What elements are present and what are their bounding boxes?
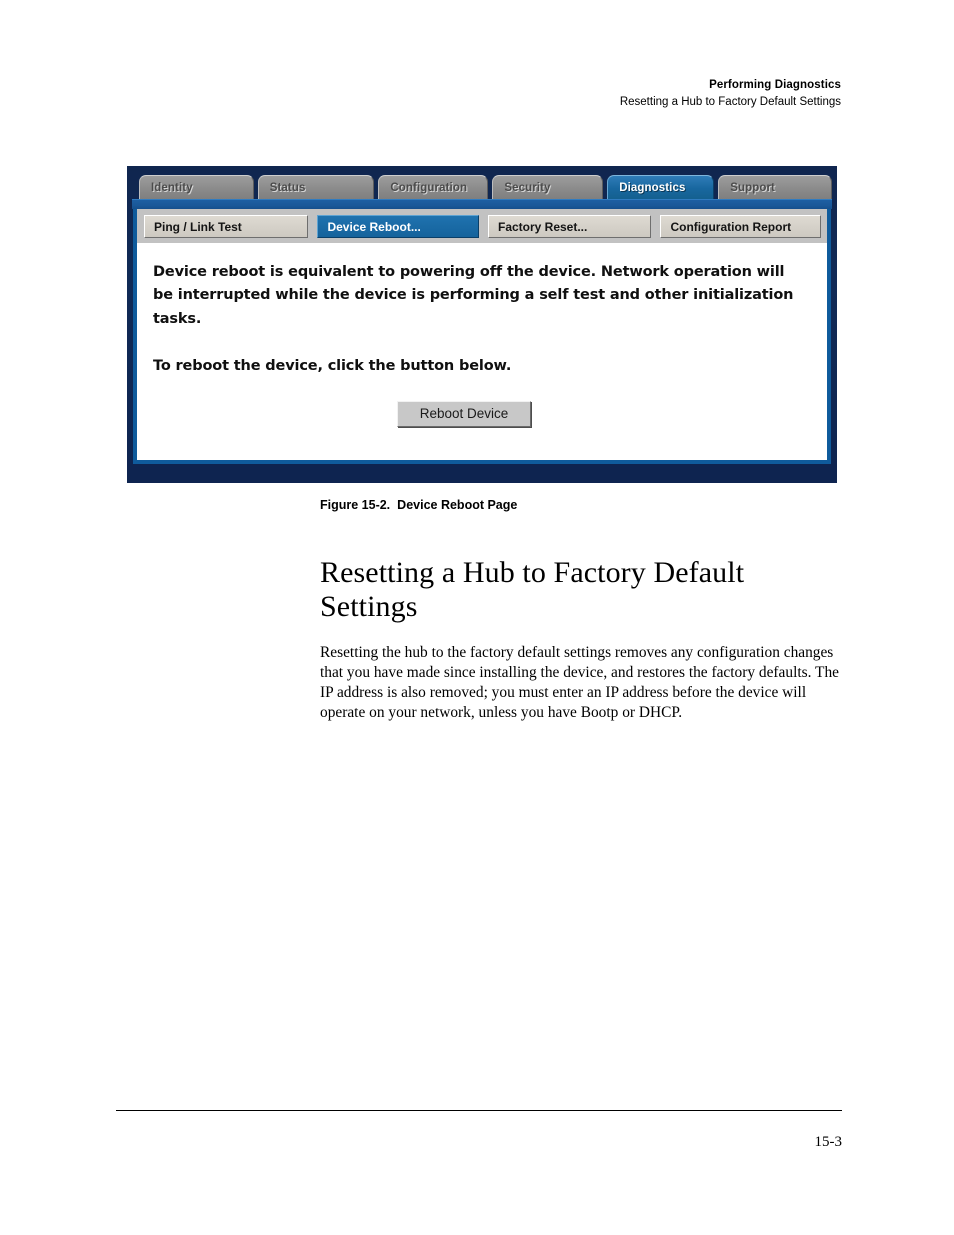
tab-diagnostics[interactable]: Diagnostics — [607, 175, 715, 199]
figure-caption: Figure 15-2. Device Reboot Page — [320, 498, 517, 512]
subtab-configuration-report-label: Configuration Report — [670, 219, 792, 234]
footer-divider — [116, 1110, 842, 1111]
tab-identity[interactable]: Identity — [139, 175, 254, 199]
subtab-ping-link-test-label: Ping / Link Test — [154, 219, 242, 234]
page-title: Resetting a Hub to Factory Default Setti… — [320, 556, 745, 624]
section-paragraph: Resetting the hub to the factory default… — [320, 644, 839, 722]
tab-status-label: Status — [269, 181, 306, 194]
page-number: 15-3 — [814, 1134, 843, 1150]
reboot-instruction-text: To reboot the device, click the button b… — [153, 358, 512, 375]
content-panel-inner: Ping / Link Test Device Reboot... Factor… — [137, 209, 827, 460]
running-header: Performing Diagnostics Resetting a Hub t… — [620, 78, 841, 110]
subtab-device-reboot[interactable]: Device Reboot... — [317, 215, 479, 238]
figure-caption-number: Figure 15-2. — [320, 498, 391, 512]
subtab-factory-reset-label: Factory Reset... — [497, 219, 588, 234]
tab-identity-label: Identity — [151, 181, 193, 194]
tab-security[interactable]: Security — [492, 175, 604, 199]
figure-caption-title: Device Reboot Page — [397, 498, 518, 512]
header-subtitle: Resetting a Hub to Factory Default Setti… — [619, 96, 841, 109]
reboot-description-text: Device reboot is equivalent to powering … — [153, 264, 794, 327]
content-panel: Ping / Link Test Device Reboot... Factor… — [133, 209, 831, 464]
subtab-factory-reset[interactable]: Factory Reset... — [487, 215, 652, 238]
device-ui-body: Device reboot is equivalent to powering … — [137, 243, 827, 427]
tab-security-label: Security — [504, 181, 551, 194]
device-ui-frame: Identity Status Configuration Security D… — [127, 166, 837, 483]
tab-support-label: Support — [730, 181, 775, 194]
secondary-tab-bar: Ping / Link Test Device Reboot... Factor… — [137, 209, 827, 243]
reboot-button-row: Reboot Device — [153, 400, 805, 427]
subtab-device-reboot-label: Device Reboot... — [327, 219, 421, 234]
subtab-ping-link-test[interactable]: Ping / Link Test — [144, 215, 309, 238]
tab-configuration[interactable]: Configuration — [378, 175, 489, 199]
tab-diagnostics-label: Diagnostics — [619, 181, 686, 194]
tab-support[interactable]: Support — [718, 175, 832, 199]
tab-bar-divider — [132, 199, 832, 209]
subtab-configuration-report[interactable]: Configuration Report — [660, 215, 821, 238]
tab-status[interactable]: Status — [257, 175, 375, 199]
primary-tab-bar: Identity Status Configuration Security D… — [132, 172, 832, 199]
figure-device-reboot-page: Identity Status Configuration Security D… — [127, 166, 837, 483]
header-title: Performing Diagnostics — [709, 79, 841, 91]
tab-configuration-label: Configuration — [390, 181, 468, 194]
reboot-device-button[interactable]: Reboot Device — [396, 400, 532, 427]
